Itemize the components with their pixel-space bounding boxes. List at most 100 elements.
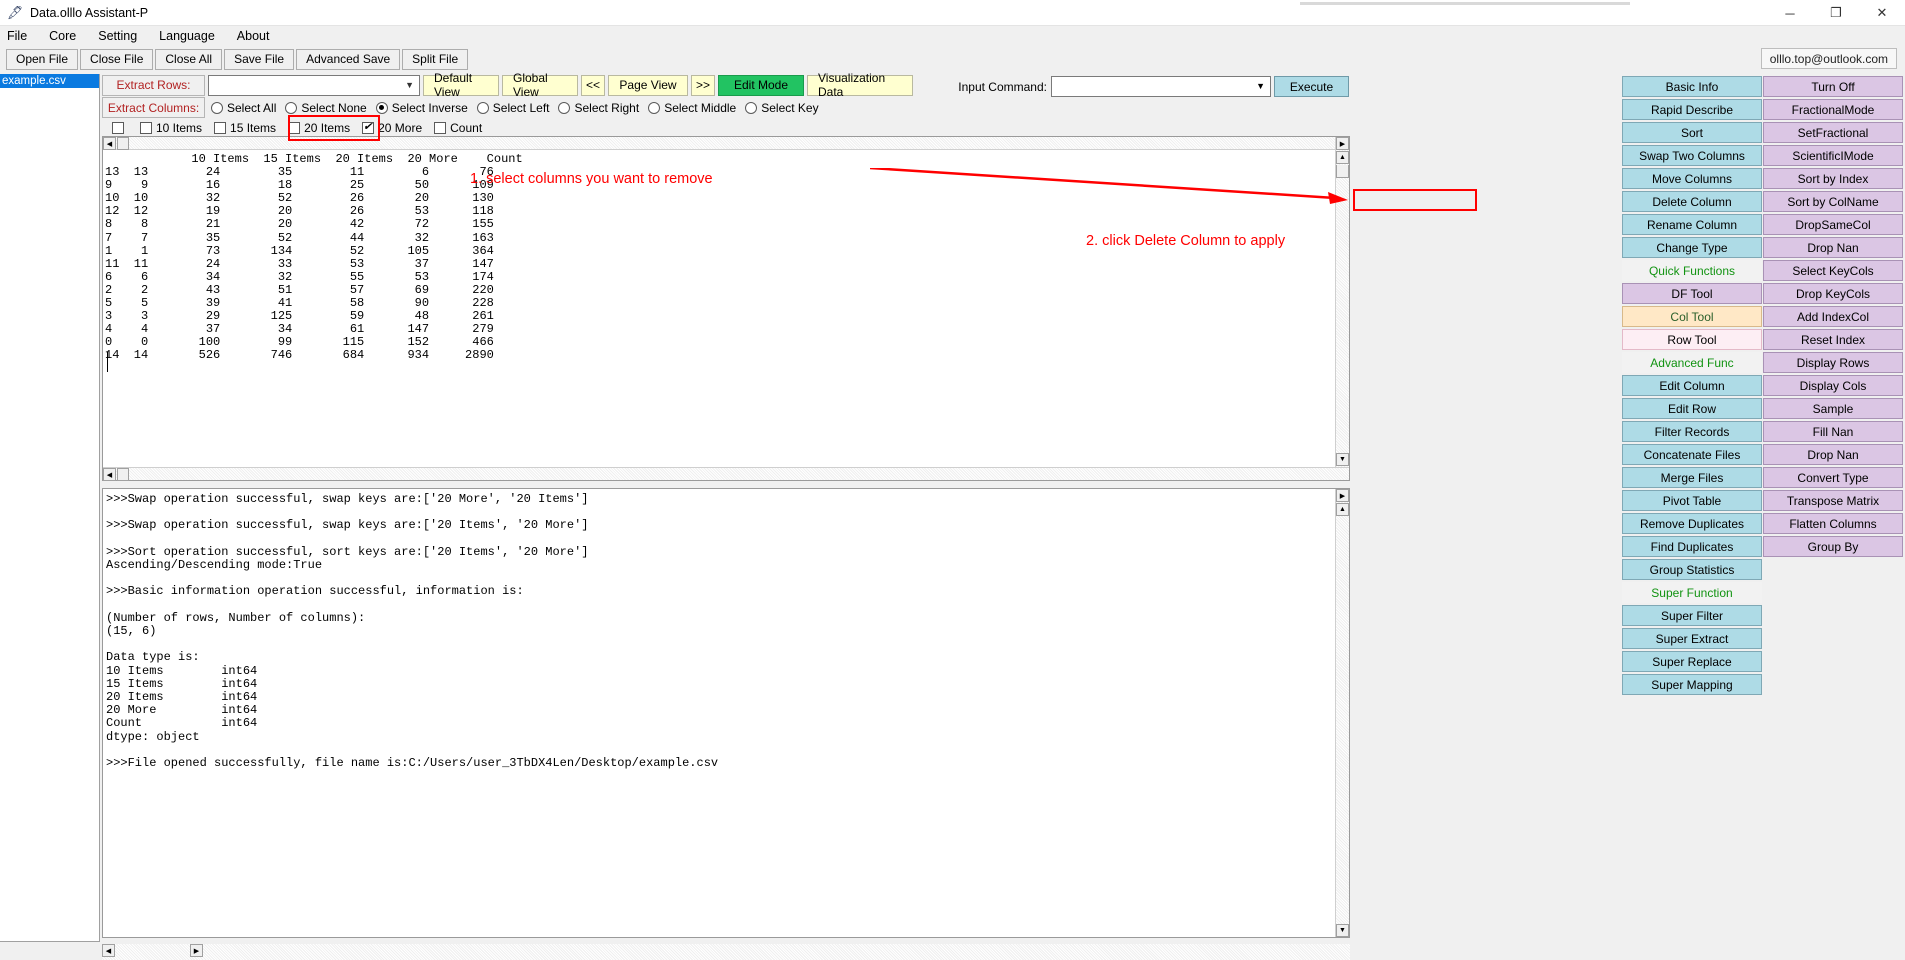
account-email[interactable]: olllo.top@outlook.com	[1760, 48, 1897, 69]
bottom-scrollbar[interactable]: ◀ ▶	[102, 944, 1350, 960]
bottom-scroll-right-icon[interactable]: ▶	[190, 944, 203, 957]
scroll-right-icon[interactable]: ▶	[1336, 137, 1349, 150]
menu-item-language[interactable]: Language	[159, 29, 215, 43]
toolbar-button-close-file[interactable]: Close File	[80, 48, 154, 70]
global-view-button[interactable]: Global View	[502, 71, 578, 99]
panel-button-concatenate-files[interactable]: Concatenate Files	[1622, 444, 1762, 465]
file-list-item-example-csv[interactable]: example.csv	[0, 74, 99, 88]
command-chevron-down-icon[interactable]: ▼	[1256, 81, 1265, 91]
panel-button-group-by[interactable]: Group By	[1763, 536, 1903, 557]
radio-select-left[interactable]: Select Left	[476, 101, 549, 115]
panel-button-reset-index[interactable]: Reset Index	[1763, 329, 1903, 350]
default-view-button[interactable]: Default View	[423, 71, 499, 99]
panel-button-select-keycols[interactable]: Select KeyCols	[1763, 260, 1903, 281]
panel-button-drop-nan[interactable]: Drop Nan	[1763, 237, 1903, 258]
panel-button-drop-keycols[interactable]: Drop KeyCols	[1763, 283, 1903, 304]
page-view-button[interactable]: Page View	[608, 74, 688, 96]
panel-button-drop-nan[interactable]: Drop Nan	[1763, 444, 1903, 465]
panel-button-merge-files[interactable]: Merge Files	[1622, 467, 1762, 488]
panel-button-fill-nan[interactable]: Fill Nan	[1763, 421, 1903, 442]
panel-button-sort-by-index[interactable]: Sort by Index	[1763, 168, 1903, 189]
panel-button-pivot-table[interactable]: Pivot Table	[1622, 490, 1762, 511]
panel-button-sample[interactable]: Sample	[1763, 398, 1903, 419]
execute-button[interactable]: Execute	[1274, 76, 1349, 97]
panel-button-super-filter[interactable]: Super Filter	[1622, 605, 1762, 626]
panel-button-display-cols[interactable]: Display Cols	[1763, 375, 1903, 396]
toolbar-button-advanced-save[interactable]: Advanced Save	[296, 48, 401, 70]
menu-item-file[interactable]: File	[7, 29, 27, 43]
bottom-scroll-left-icon[interactable]: ◀	[102, 944, 115, 957]
minimize-button[interactable]: ─	[1767, 0, 1813, 26]
panel-button-remove-duplicates[interactable]: Remove Duplicates	[1622, 513, 1762, 534]
panel-button-delete-column[interactable]: Delete Column	[1622, 191, 1762, 212]
panel-button-sort-by-colname[interactable]: Sort by ColName	[1763, 191, 1903, 212]
visualization-data-button[interactable]: Visualization Data	[807, 71, 913, 99]
panel-button-setfractional[interactable]: SetFractional	[1763, 122, 1903, 143]
radio-select-middle[interactable]: Select Middle	[648, 101, 736, 115]
panel-button-find-duplicates[interactable]: Find Duplicates	[1622, 536, 1762, 557]
panel-button-df-tool[interactable]: DF Tool	[1622, 283, 1762, 304]
toolbar-button-open-file[interactable]: Open File	[6, 48, 79, 70]
panel-button-super-replace[interactable]: Super Replace	[1622, 651, 1762, 672]
console-scroll-up-icon[interactable]: ▲	[1336, 503, 1349, 516]
panel-button-rapid-describe[interactable]: Rapid Describe	[1622, 99, 1762, 120]
radio-select-inverse[interactable]: Select Inverse	[375, 101, 468, 115]
panel-button-change-type[interactable]: Change Type	[1622, 237, 1762, 258]
menu-item-core[interactable]: Core	[49, 29, 76, 43]
panel-button-display-rows[interactable]: Display Rows	[1763, 352, 1903, 373]
panel-button-row-tool[interactable]: Row Tool	[1622, 329, 1762, 350]
menu-item-about[interactable]: About	[237, 29, 270, 43]
window-drag-strip[interactable]	[1300, 2, 1630, 5]
panel-button-basic-info[interactable]: Basic Info	[1622, 76, 1762, 97]
toolbar-button-split-file[interactable]: Split File	[402, 48, 469, 70]
grid-scroll-left-icon[interactable]: ◀	[103, 468, 116, 481]
panel-button-filter-records[interactable]: Filter Records	[1622, 421, 1762, 442]
panel-button-convert-type[interactable]: Convert Type	[1763, 467, 1903, 488]
panel-button-dropsamecol[interactable]: DropSameCol	[1763, 214, 1903, 235]
checkbox-all[interactable]	[112, 122, 128, 134]
console-scroll-right-icon[interactable]: ▶	[1336, 489, 1349, 502]
panel-button-super-mapping[interactable]: Super Mapping	[1622, 674, 1762, 695]
command-input[interactable]: ▼	[1051, 76, 1271, 97]
console-scroll-down-icon[interactable]: ▼	[1336, 924, 1349, 937]
panel-button-edit-row[interactable]: Edit Row	[1622, 398, 1762, 419]
panel-button-group-statistics[interactable]: Group Statistics	[1622, 559, 1762, 580]
panel-button-scientificimode[interactable]: ScientificIMode	[1763, 145, 1903, 166]
panel-button-add-indexcol[interactable]: Add IndexCol	[1763, 306, 1903, 327]
chevron-down-icon[interactable]: ▼	[405, 80, 414, 90]
prev-page-button[interactable]: <<	[581, 74, 605, 96]
scroll-up-icon[interactable]: ▲	[1336, 151, 1349, 164]
grid-bottom-scrollbar[interactable]: ◀	[103, 467, 1349, 481]
checkbox-15-items[interactable]: 15 Items	[214, 121, 276, 135]
radio-select-all[interactable]: Select All	[211, 101, 276, 115]
grid-bottom-thumb[interactable]	[117, 468, 129, 481]
panel-button-turn-off[interactable]: Turn Off	[1763, 76, 1903, 97]
console-output[interactable]: >>>Swap operation successful, swap keys …	[102, 488, 1350, 938]
panel-button-sort[interactable]: Sort	[1622, 122, 1762, 143]
panel-button-swap-two-columns[interactable]: Swap Two Columns	[1622, 145, 1762, 166]
menu-item-setting[interactable]: Setting	[98, 29, 137, 43]
panel-button-transpose-matrix[interactable]: Transpose Matrix	[1763, 490, 1903, 511]
radio-select-key[interactable]: Select Key	[745, 101, 819, 115]
edit-mode-button[interactable]: Edit Mode	[718, 74, 804, 96]
radio-select-none[interactable]: Select None	[285, 101, 367, 115]
panel-button-super-extract[interactable]: Super Extract	[1622, 628, 1762, 649]
panel-button-edit-column[interactable]: Edit Column	[1622, 375, 1762, 396]
next-page-button[interactable]: >>	[691, 74, 715, 96]
panel-button-fractionalmode[interactable]: FractionalMode	[1763, 99, 1903, 120]
grid-hscroll-thumb[interactable]	[117, 137, 129, 150]
panel-button-move-columns[interactable]: Move Columns	[1622, 168, 1762, 189]
close-button[interactable]: ✕	[1859, 0, 1905, 26]
maximize-button[interactable]: ❐	[1813, 0, 1859, 26]
extract-rows-input[interactable]: ▼	[208, 74, 420, 96]
console-vertical-scrollbar[interactable]: ▶ ▲ ▼	[1335, 489, 1349, 937]
panel-button-flatten-columns[interactable]: Flatten Columns	[1763, 513, 1903, 534]
panel-button-rename-column[interactable]: Rename Column	[1622, 214, 1762, 235]
panel-button-col-tool[interactable]: Col Tool	[1622, 306, 1762, 327]
scroll-left-icon[interactable]: ◀	[103, 137, 116, 150]
file-list[interactable]: example.csv	[0, 74, 100, 942]
checkbox-count[interactable]: Count	[434, 121, 482, 135]
scroll-down-icon[interactable]: ▼	[1336, 453, 1349, 466]
radio-select-right[interactable]: Select Right	[558, 101, 639, 115]
checkbox-10-items[interactable]: 10 Items	[140, 121, 202, 135]
